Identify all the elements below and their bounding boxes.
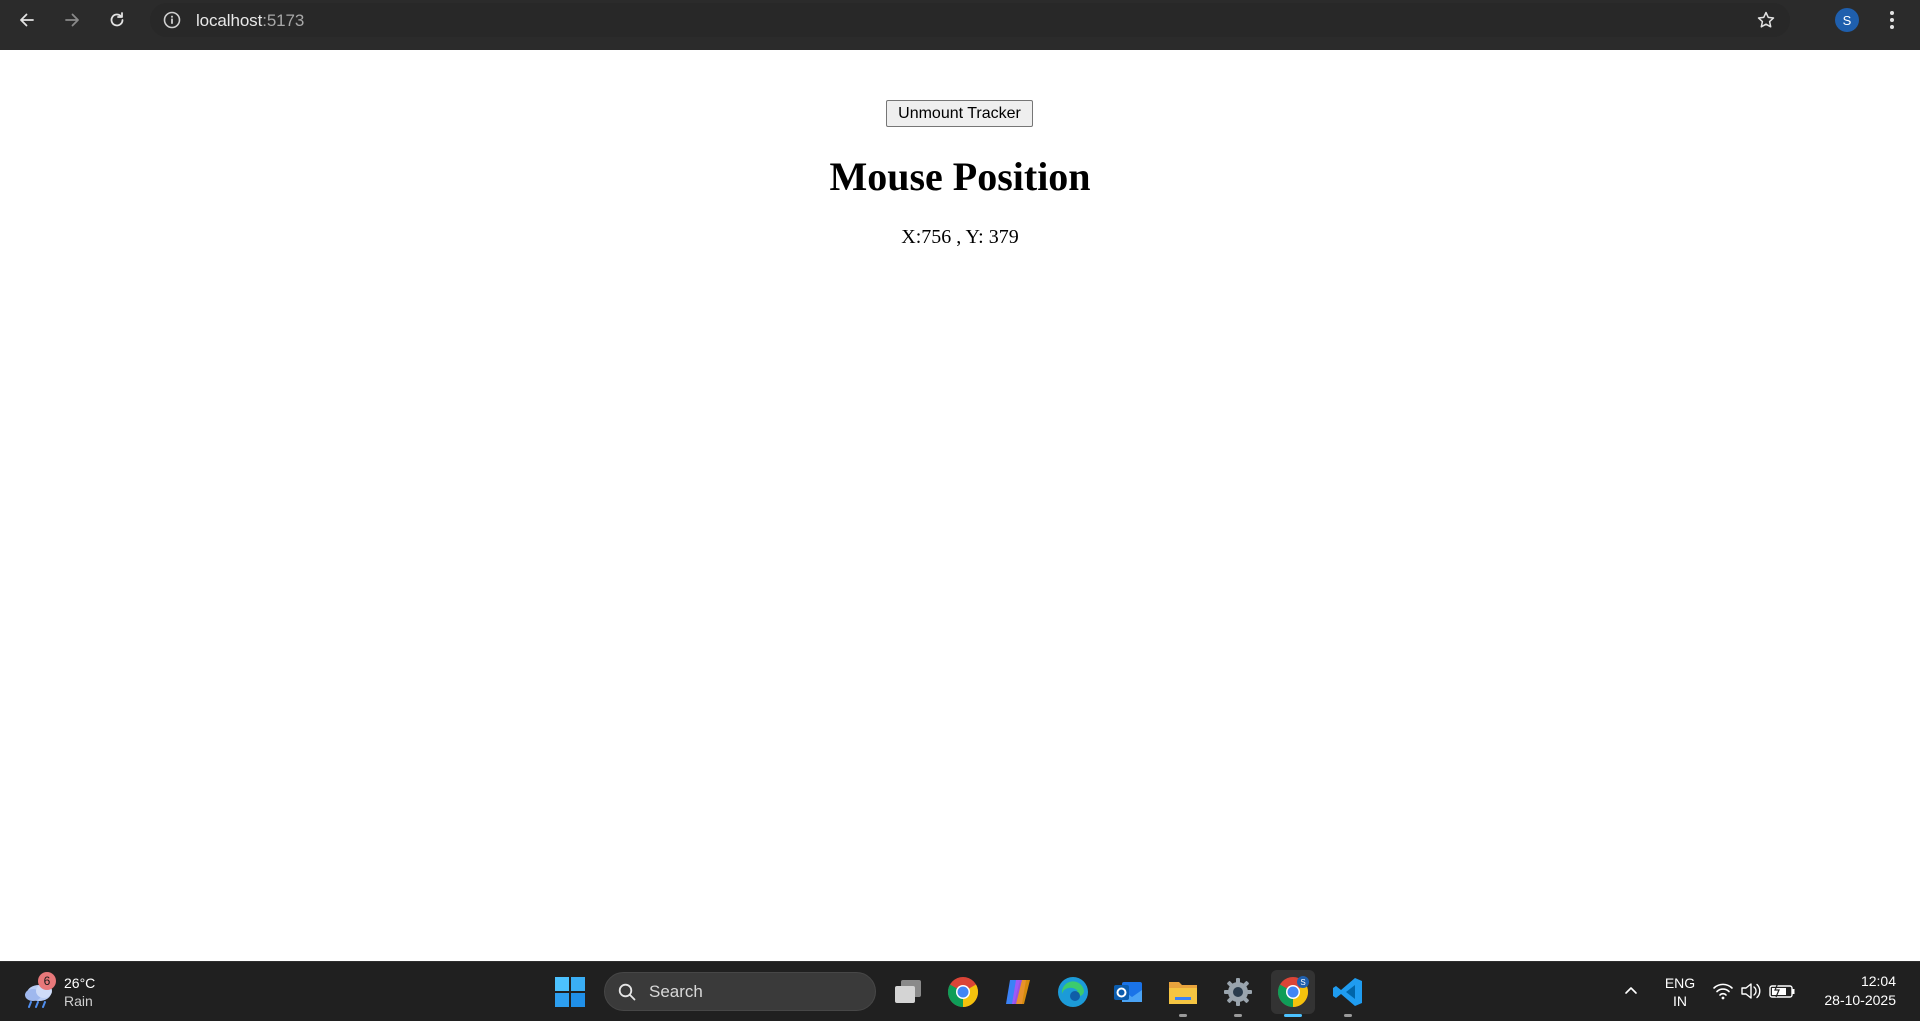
url-host: localhost — [196, 11, 263, 30]
folder-icon — [1169, 982, 1197, 1004]
page-title: Mouse Position — [829, 154, 1091, 199]
mouse-coordinates: X:756 , Y: 379 — [901, 226, 1019, 248]
running-indicator — [1234, 1014, 1242, 1017]
active-indicator — [1284, 1014, 1302, 1017]
back-button[interactable] — [9, 2, 45, 38]
search-icon — [618, 983, 636, 1001]
wifi-icon — [1713, 983, 1733, 1000]
address-bar[interactable]: localhost:5173 — [150, 3, 1790, 37]
search-label: Search — [649, 982, 703, 1001]
vscode-taskbar-app[interactable] — [1326, 970, 1370, 1017]
reload-button[interactable] — [99, 2, 135, 38]
profile-avatar[interactable]: S — [1835, 8, 1859, 32]
language-region: IN — [1673, 993, 1687, 1009]
system-tray-icons[interactable] — [1712, 980, 1802, 1002]
weather-widget[interactable]: 6 26°C Rain — [22, 972, 142, 1012]
chrome-profile-taskbar-app[interactable]: S — [1271, 970, 1315, 1017]
task-view-button[interactable] — [886, 970, 930, 1014]
clock-time: 12:04 — [1860, 973, 1896, 989]
file-explorer-taskbar-app[interactable] — [1161, 970, 1205, 1017]
url-text: localhost:5173 — [196, 11, 304, 31]
bookmark-star-icon[interactable] — [1756, 10, 1776, 30]
weather-temperature: 26°C — [64, 975, 96, 991]
weather-condition: Rain — [64, 993, 93, 1009]
more-menu-icon[interactable] — [1882, 6, 1902, 34]
copilot-taskbar-app[interactable] — [996, 970, 1040, 1014]
edge-taskbar-app[interactable] — [1051, 970, 1095, 1014]
chevron-up-icon[interactable] — [1622, 981, 1640, 999]
taskbar-search[interactable]: Search — [604, 972, 876, 1011]
gear-icon — [1224, 978, 1252, 1006]
site-info-icon[interactable] — [162, 10, 182, 30]
running-indicator — [1344, 1014, 1352, 1017]
weather-badge: 6 — [38, 972, 56, 990]
url-port: :5173 — [262, 11, 305, 30]
forward-icon — [65, 13, 79, 27]
chrome-profile-icon: S — [1277, 976, 1309, 1007]
language-code: ENG — [1664, 975, 1696, 991]
vscode-icon — [1333, 978, 1362, 1006]
settings-taskbar-app[interactable] — [1216, 970, 1260, 1017]
windows-start-icon[interactable] — [554, 976, 586, 1008]
chrome-icon — [947, 977, 979, 1007]
language-indicator[interactable]: ENG IN — [1658, 974, 1702, 1010]
chrome-taskbar-app[interactable] — [941, 970, 985, 1014]
page-content: Unmount Tracker Mouse Position X:756 , Y… — [0, 50, 1920, 961]
outlook-icon — [1114, 982, 1142, 1002]
volume-icon — [1741, 983, 1761, 999]
forward-button[interactable] — [54, 2, 90, 38]
reload-icon — [110, 12, 124, 27]
system-clock[interactable]: 12:04 28-10-2025 — [1812, 972, 1896, 1010]
back-icon — [20, 13, 34, 27]
edge-icon — [1058, 977, 1088, 1007]
running-indicator — [1179, 1014, 1187, 1017]
chrome-profile-badge: S — [1300, 978, 1305, 987]
copilot-icon — [1006, 980, 1030, 1004]
unmount-tracker-button[interactable]: Unmount Tracker — [886, 100, 1033, 127]
task-view-icon — [895, 980, 921, 1003]
battery-icon — [1769, 982, 1795, 998]
outlook-taskbar-app[interactable] — [1106, 970, 1150, 1014]
windows-taskbar: 6 26°C Rain Search S ENG IN 12:04 28-10-… — [0, 961, 1920, 1021]
clock-date: 28-10-2025 — [1824, 992, 1896, 1008]
